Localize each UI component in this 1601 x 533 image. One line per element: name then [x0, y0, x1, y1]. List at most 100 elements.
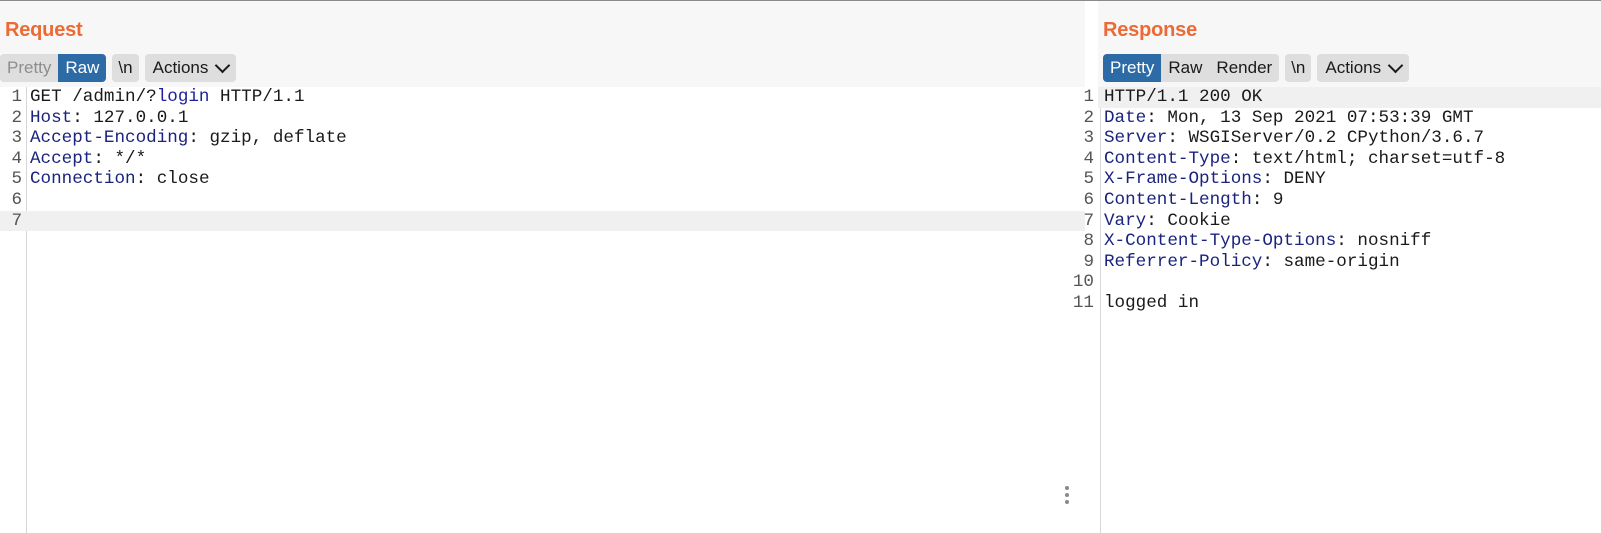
code-text: : WSGIServer/0.2 CPython/3.6.7 [1167, 128, 1485, 149]
line-content: Connection: close [30, 169, 210, 190]
response-title: Response [1103, 19, 1197, 41]
burp-message-viewer: Request Pretty Raw \n Actions 1GET /admi… [0, 0, 1601, 533]
line-number: 9 [1083, 251, 1094, 272]
request-actions-button[interactable]: Actions [145, 54, 237, 82]
code-text: : */* [93, 148, 147, 169]
response-line[interactable]: 10 [1073, 272, 1601, 293]
code-text: HTTP/1.1 [209, 87, 305, 107]
code-text: : Cookie [1146, 210, 1231, 231]
request-line[interactable]: 3 Accept-Encoding: gzip, deflate [0, 128, 1085, 149]
request-header: Request Pretty Raw \n Actions [0, 1, 1085, 87]
code-text: : nosniff [1336, 231, 1432, 252]
response-pretty-tab[interactable]: Pretty [1103, 54, 1162, 82]
line-number: 7 [1083, 210, 1094, 231]
code-text: : 127.0.0.1 [72, 107, 189, 128]
response-header: Response Pretty Raw Render \n Actions [1098, 1, 1601, 87]
header-name: Connection [30, 169, 136, 190]
request-pane: Request Pretty Raw \n Actions 1GET /admi… [0, 1, 1085, 533]
code-text: : 9 [1251, 189, 1284, 210]
code-text: GET /admin/? [30, 87, 157, 107]
header-name: Host [30, 107, 73, 128]
response-line[interactable]: 6 Content-Length: 9 [1083, 190, 1601, 211]
pane-resize-handle-icon[interactable] [1065, 486, 1069, 507]
code-text: : gzip, deflate [188, 128, 347, 149]
header-name: X-Content-Type-Options [1104, 231, 1337, 252]
response-actions-group: Actions [1317, 54, 1410, 82]
request-line[interactable]: 4 Accept: */* [0, 149, 1085, 170]
code-text: : text/html; charset=utf-8 [1230, 148, 1506, 169]
header-name: Referrer-Policy [1104, 251, 1263, 272]
code-text: login [156, 87, 210, 107]
response-line[interactable]: 2 Date: Mon, 13 Sep 2021 07:53:39 GMT [1083, 108, 1601, 129]
line-number: 6 [1083, 189, 1094, 210]
line-content: Content-Length: 9 [1104, 190, 1284, 211]
response-newline-toggle[interactable]: \n [1285, 54, 1311, 82]
line-number: 11 [1072, 292, 1094, 313]
request-line[interactable]: 2 Host: 127.0.0.1 [0, 108, 1085, 129]
response-line[interactable]: 5 X-Frame-Options: DENY [1083, 169, 1601, 190]
response-line[interactable]: 11 logged in [1073, 293, 1601, 314]
request-newline-toggle-group: \n [112, 54, 139, 82]
request-title: Request [5, 19, 83, 41]
request-raw-tab[interactable]: Raw [58, 54, 107, 82]
response-line[interactable]: 4 Content-Type: text/html; charset=utf-8 [1083, 149, 1601, 170]
line-content: Content-Type: text/html; charset=utf-8 [1104, 149, 1505, 170]
request-pretty-tab[interactable]: Pretty [0, 54, 58, 82]
line-number: 5 [1083, 169, 1094, 190]
request-line[interactable]: 5 Connection: close [0, 169, 1085, 190]
line-content: logged in [1104, 293, 1199, 314]
header-name: X-Frame-Options [1104, 169, 1263, 190]
response-view-mode: Pretty Raw Render [1103, 54, 1280, 82]
header-name: Content-Type [1104, 148, 1231, 169]
request-lines: 1 GET /admin/?login HTTP/1.1 2 Host: 127.0.… [0, 87, 1085, 232]
line-number: 3 [11, 128, 22, 149]
code-text: : Mon, 13 Sep 2021 07:53:39 GMT [1146, 107, 1474, 128]
response-line[interactable]: 8 X-Content-Type-Options: nosniff [1083, 231, 1601, 252]
request-newline-toggle[interactable]: \n [112, 54, 138, 82]
line-content: HTTP/1.1 200 OK [1104, 87, 1262, 108]
response-editor[interactable]: 1 HTTP/1.1 200 OK 2 Date: Mon, 13 Sep 2021 … [1073, 87, 1601, 533]
header-name: Content-Length [1104, 189, 1252, 210]
line-number: 3 [1083, 128, 1094, 149]
line-content: Vary: Cookie [1104, 211, 1231, 232]
line-number: 2 [11, 107, 22, 128]
response-lines: 1 HTTP/1.1 200 OK 2 Date: Mon, 13 Sep 2021 … [1073, 87, 1601, 314]
request-editor[interactable]: 1 GET /admin/?login HTTP/1.1 2 Host: 127.0.… [0, 87, 1085, 533]
header-name: Vary [1104, 210, 1147, 231]
line-content: Referrer-Policy: same-origin [1104, 252, 1400, 273]
line-content: Date: Mon, 13 Sep 2021 07:53:39 GMT [1104, 108, 1474, 129]
response-render-tab[interactable]: Render [1209, 54, 1279, 82]
response-line[interactable]: 3 Server: WSGIServer/0.2 CPython/3.6.7 [1083, 128, 1601, 149]
response-raw-tab[interactable]: Raw [1161, 54, 1209, 82]
request-actions-group: Actions [144, 54, 237, 82]
request-actions-label: Actions [152, 58, 209, 77]
line-content: Accept: */* [30, 149, 146, 170]
line-content: Host: 127.0.0.1 [30, 108, 188, 129]
line-content: Server: WSGIServer/0.2 CPython/3.6.7 [1104, 128, 1484, 149]
response-actions-button[interactable]: Actions [1317, 54, 1409, 82]
line-content: Accept-Encoding: gzip, deflate [30, 128, 347, 149]
code-text: HTTP/1.1 200 OK [1104, 87, 1263, 107]
response-line[interactable]: 9 Referrer-Policy: same-origin [1083, 252, 1601, 273]
header-name: Accept-Encoding [30, 128, 189, 149]
request-toolbar: Pretty Raw \n Actions [0, 54, 242, 82]
line-number: 2 [1083, 107, 1094, 128]
request-line[interactable]: 7 [0, 210, 1085, 232]
code-text: : close [135, 169, 210, 190]
response-line[interactable]: 7 Vary: Cookie [1083, 211, 1601, 232]
response-pane: Response Pretty Raw Render \n Actions 1 … [1073, 1, 1601, 533]
line-number: 8 [1083, 231, 1094, 252]
request-line[interactable]: 1 GET /admin/?login HTTP/1.1 [0, 87, 1085, 108]
chevron-down-icon [1387, 57, 1404, 74]
line-number: 6 [11, 189, 22, 210]
line-number: 7 [11, 210, 22, 231]
code-text: : same-origin [1262, 251, 1400, 272]
line-content: X-Content-Type-Options: nosniff [1104, 231, 1431, 252]
line-number: 1 [11, 87, 22, 107]
response-actions-label: Actions [1325, 58, 1382, 77]
response-toolbar: Pretty Raw Render \n Actions [1103, 54, 1415, 82]
line-number: 4 [1083, 148, 1094, 169]
response-line[interactable]: 1 HTTP/1.1 200 OK [1083, 87, 1601, 108]
request-line[interactable]: 6 [0, 190, 1085, 211]
chevron-down-icon [215, 57, 231, 74]
